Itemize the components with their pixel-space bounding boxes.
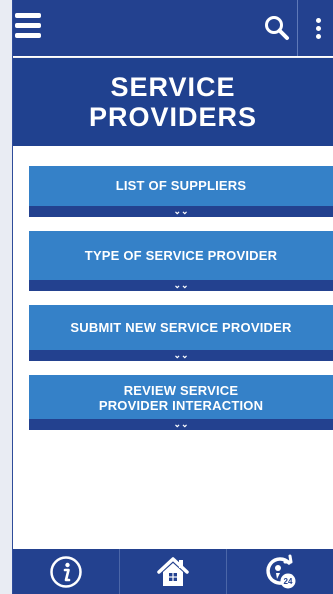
chevron-double-down-icon: ⌄⌄ [29,280,333,291]
left-panel-edge [0,0,13,594]
menu-item-label: LIST OF SUPPLIERS [115,178,247,193]
more-vertical-icon [315,15,321,42]
bottom-nav-bar: 24 [13,549,333,594]
support-badge: 24 [284,577,293,586]
menu-item-list-of-suppliers[interactable]: LIST OF SUPPLIERS ⌄⌄ [29,166,333,217]
menu-item-label: SUBMIT NEW SERVICE PROVIDER [70,320,292,335]
menu-list: LIST OF SUPPLIERS ⌄⌄ TYPE OF SERVICE PRO… [29,166,333,444]
app-screen: SERVICE PROVIDERS LIST OF SUPPLIERS ⌄⌄ T… [13,0,333,594]
top-app-bar [13,0,333,56]
info-icon [50,555,82,588]
home-tab[interactable] [120,549,227,594]
page-title: SERVICE PROVIDERS [88,72,258,132]
more-options-button[interactable] [303,0,333,56]
chevron-double-down-icon: ⌄⌄ [29,350,333,361]
search-icon [265,16,289,40]
menu-item-label: TYPE OF SERVICE PROVIDER [84,248,278,263]
info-tab[interactable] [13,549,120,594]
support-24-icon: 24 [266,554,296,588]
search-button[interactable] [257,0,298,56]
menu-item-label: REVIEW SERVICE PROVIDER INTERACTION [98,383,264,413]
menu-item-submit-new-service-provider[interactable]: SUBMIT NEW SERVICE PROVIDER ⌄⌄ [29,305,333,361]
home-icon [157,556,189,586]
chevron-double-down-icon: ⌄⌄ [29,206,333,217]
menu-item-review-service-provider-interaction[interactable]: REVIEW SERVICE PROVIDER INTERACTION ⌄⌄ [29,375,333,430]
chevron-double-down-icon: ⌄⌄ [29,419,333,430]
page-banner: SERVICE PROVIDERS [13,57,333,146]
support-tab[interactable]: 24 [227,549,333,594]
menu-item-type-of-service-provider[interactable]: TYPE OF SERVICE PROVIDER ⌄⌄ [29,231,333,291]
hamburger-icon[interactable] [15,13,45,43]
